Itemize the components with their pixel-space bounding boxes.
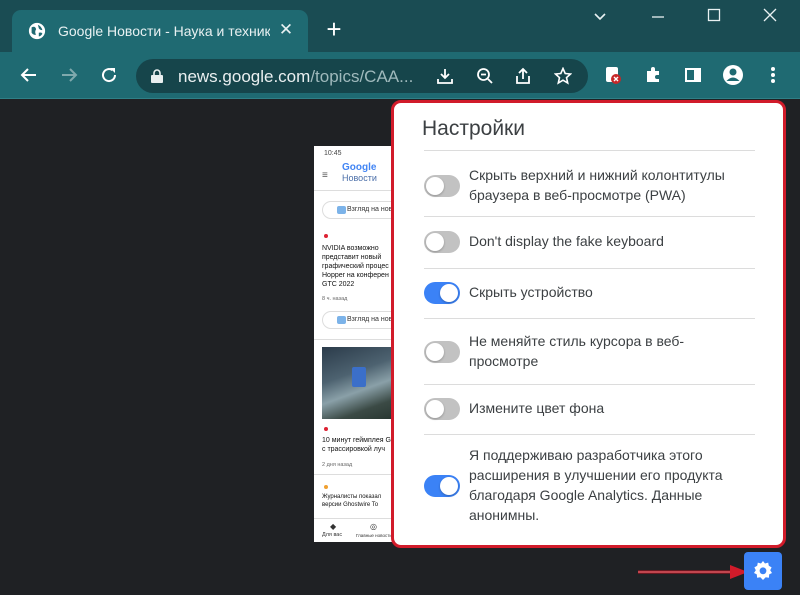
setting-cursor-style: Не меняйте стиль курсора в веб-просмотре: [424, 319, 755, 385]
toggle-knob: [426, 343, 444, 361]
zoom-icon[interactable]: [472, 63, 498, 89]
divider: [424, 150, 755, 151]
source-icon: [324, 234, 328, 238]
share-icon[interactable]: [510, 63, 536, 89]
url-text: news.google.com/topics/CAA...: [178, 67, 414, 86]
google-news-logo[interactable]: Google Новости: [342, 163, 377, 184]
side-panel-icon[interactable]: [680, 62, 706, 88]
toggle-knob: [426, 400, 444, 418]
article-time: 8 ч. назад: [322, 296, 348, 302]
nav-headlines[interactable]: Главные новости: [356, 533, 392, 538]
nav-for-you[interactable]: Для вас: [322, 532, 342, 538]
source-icon: [324, 485, 328, 489]
tab-search-chevron-icon[interactable]: [580, 8, 620, 32]
minimize-icon[interactable]: [638, 8, 678, 32]
article-time: 2 дня назад: [322, 462, 353, 468]
for-you-icon[interactable]: ◆: [330, 522, 336, 531]
new-tab-icon[interactable]: +: [322, 16, 346, 42]
article-title-line[interactable]: версии Ghostwire To: [322, 501, 378, 510]
browser-titlebar: Google Новости - Наука и техника ✕ +: [0, 0, 800, 52]
article-title-line[interactable]: представит новый: [322, 253, 381, 262]
settings-panel: Настройки Скрыть верхний и нижний колонт…: [391, 100, 786, 548]
extensions-puzzle-icon[interactable]: [640, 62, 666, 88]
setting-label: Don't display the fake keyboard: [469, 233, 664, 249]
address-bar[interactable]: news.google.com/topics/CAA...: [136, 59, 588, 93]
extension-cross-icon[interactable]: [600, 62, 626, 88]
browser-tab[interactable]: Google Новости - Наука и техника ✕: [12, 10, 308, 52]
toolbar-divider: [0, 98, 800, 99]
toggle-switch[interactable]: [424, 175, 460, 197]
status-time: 10:45: [324, 150, 342, 157]
setting-label: Я поддерживаю разработчика этого расшире…: [469, 447, 723, 523]
toggle-switch[interactable]: [424, 231, 460, 253]
setting-hide-browser-bars: Скрыть верхний и нижний колонтитулы брау…: [424, 159, 755, 217]
toggle-switch[interactable]: [424, 398, 460, 420]
settings-title: Настройки: [422, 117, 525, 140]
article-title-line[interactable]: Hopper на конферен: [322, 271, 389, 280]
kebab-menu-icon[interactable]: [760, 62, 786, 88]
preview-icon: [337, 316, 346, 324]
article-title-line[interactable]: NVIDIA возможно: [322, 244, 379, 253]
setting-analytics: Я поддерживаю разработчика этого расшире…: [424, 435, 755, 535]
toggle-switch[interactable]: [424, 341, 460, 363]
install-app-icon[interactable]: [432, 63, 458, 89]
setting-background-color: Измените цвет фона: [424, 385, 755, 435]
bookmark-star-icon[interactable]: [550, 63, 576, 89]
article-title-line[interactable]: GTC 2022: [322, 280, 354, 289]
back-arrow-icon[interactable]: [16, 62, 42, 88]
red-arrow-icon: [638, 565, 748, 579]
source-icon: [324, 427, 328, 431]
headlines-icon[interactable]: ◎: [370, 522, 377, 531]
article-title-line[interactable]: с трассировкой луч: [322, 445, 385, 454]
reload-icon[interactable]: [96, 62, 122, 88]
toggle-knob: [440, 284, 458, 302]
hamburger-menu-icon[interactable]: ≡: [322, 170, 328, 181]
profile-avatar-icon[interactable]: [720, 62, 746, 88]
toggle-knob: [440, 477, 458, 495]
setting-label: Скрыть устройство: [469, 284, 593, 300]
maximize-icon[interactable]: [694, 8, 734, 32]
tab-title: Google Новости - Наука и техника: [58, 23, 270, 39]
setting-hide-device: Скрыть устройство: [424, 269, 755, 319]
lock-icon[interactable]: [150, 68, 164, 84]
setting-fake-keyboard: Don't display the fake keyboard: [424, 217, 755, 269]
preview-icon: [337, 206, 346, 214]
tab-close-icon[interactable]: ✕: [278, 21, 294, 38]
toggle-switch[interactable]: [424, 282, 460, 304]
article-title-line[interactable]: 10 минут геймплея G: [322, 436, 391, 445]
setting-label: Измените цвет фона: [469, 400, 605, 416]
image-detail: [352, 367, 366, 387]
toggle-switch[interactable]: [424, 475, 460, 497]
article-title-line[interactable]: графический процес: [322, 262, 389, 271]
toggle-knob: [426, 177, 444, 195]
gear-icon: [754, 561, 772, 580]
forward-arrow-icon[interactable]: [56, 62, 82, 88]
setting-label: Скрыть верхний и нижний колонтитулы брау…: [469, 167, 725, 203]
close-window-icon[interactable]: [750, 8, 790, 32]
setting-label: Не меняйте стиль курсора в веб-просмотре: [469, 333, 685, 369]
toggle-knob: [426, 233, 444, 251]
globe-icon: [28, 22, 46, 40]
settings-gear-button[interactable]: [744, 552, 782, 590]
